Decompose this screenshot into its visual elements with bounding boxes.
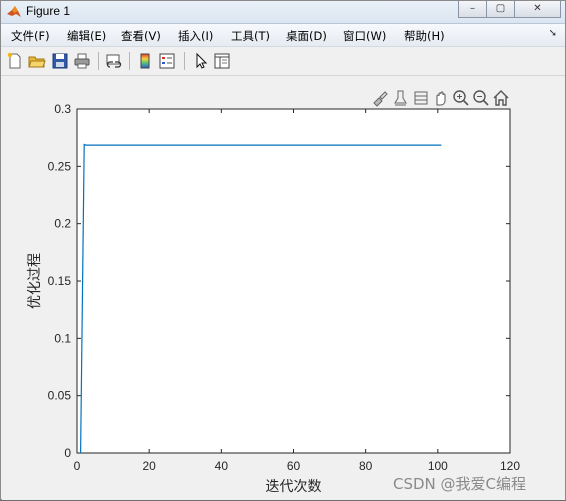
home-icon[interactable]	[492, 89, 510, 107]
menu-window[interactable]: 窗口(W)	[343, 28, 386, 44]
matlab-logo-icon	[7, 6, 21, 17]
print-icon[interactable]	[73, 52, 91, 70]
menu-overflow-icon[interactable]: ➘	[549, 28, 557, 39]
pointer-icon[interactable]	[192, 52, 210, 70]
menu-desktop[interactable]: 桌面(D)	[286, 28, 327, 44]
data-tips-icon[interactable]	[392, 89, 410, 107]
zoom-out-icon[interactable]	[472, 89, 490, 107]
menu-view[interactable]: 查看(V)	[121, 28, 161, 44]
menu-bar: 文件(F) 编辑(E) 查看(V) 插入(I) 工具(T) 桌面(D) 窗口(W…	[1, 24, 565, 47]
minimize-button[interactable]: –	[458, 1, 487, 18]
menu-edit[interactable]: 编辑(E)	[67, 28, 106, 44]
figure-toolbar	[1, 47, 565, 76]
toolbar-separator	[184, 52, 185, 70]
legend-icon[interactable]	[158, 52, 176, 70]
menu-file[interactable]: 文件(F)	[11, 28, 50, 44]
save-icon[interactable]	[51, 52, 69, 70]
toolbar-separator	[98, 52, 99, 70]
title-bar[interactable]: Figure 1 – ▢ ✕	[1, 1, 565, 24]
toolbar-separator	[129, 52, 130, 70]
link-plot-icon[interactable]	[105, 52, 123, 70]
watermark: CSDN @我爱C编程	[393, 475, 527, 493]
menu-insert[interactable]: 插入(I)	[178, 28, 213, 44]
new-figure-icon[interactable]	[6, 52, 24, 70]
menu-tools[interactable]: 工具(T)	[231, 28, 270, 44]
brush-icon[interactable]	[371, 89, 389, 107]
close-button[interactable]: ✕	[514, 1, 561, 18]
maximize-button[interactable]: ▢	[486, 1, 515, 18]
open-file-icon[interactable]	[28, 52, 46, 70]
zoom-in-icon[interactable]	[452, 89, 470, 107]
pan-icon[interactable]	[432, 89, 450, 107]
colorbar-icon[interactable]	[136, 52, 154, 70]
property-inspector-icon[interactable]	[213, 52, 231, 70]
figure-canvas	[2, 76, 565, 500]
window-title: Figure 1	[26, 4, 71, 18]
rotate-icon[interactable]	[412, 89, 430, 107]
figure-window: Figure 1 – ▢ ✕ 文件(F) 编辑(E) 查看(V) 插入(I) 工…	[0, 0, 566, 500]
menu-help[interactable]: 帮助(H)	[404, 28, 445, 44]
